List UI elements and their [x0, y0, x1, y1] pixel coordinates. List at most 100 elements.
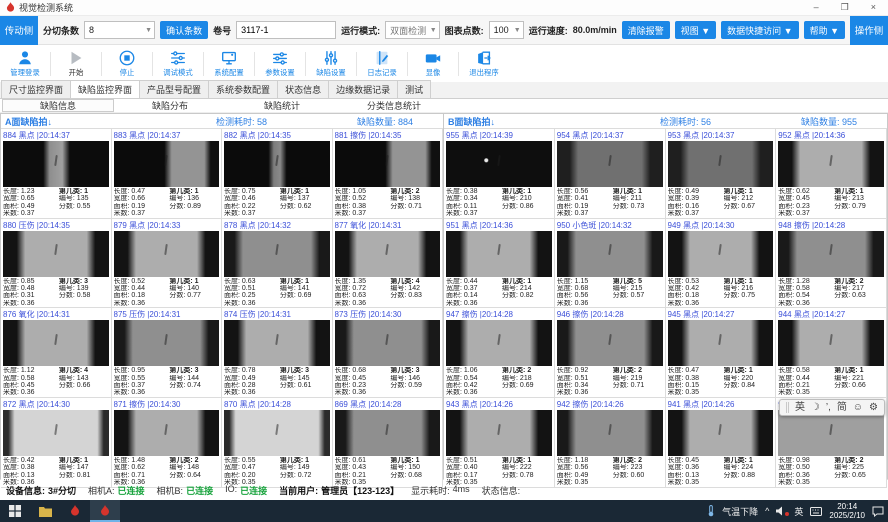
defect-cell-header: 873 压伤 |20:14:30	[335, 309, 441, 320]
main-tab-3[interactable]: 系统参数配置	[208, 80, 278, 98]
defect-field: 米数: 0.36	[335, 300, 391, 307]
defect-cell[interactable]: 878 黑点 |20:14:32长度: 0.63宽度: 0.51面积: 0.25…	[222, 219, 333, 309]
main-tab-1[interactable]: 缺陷监控界面	[70, 80, 140, 98]
defect-cell[interactable]: 951 黑点 |20:14:36长度: 0.44宽度: 0.37面积: 0.14…	[444, 219, 555, 309]
defect-cell[interactable]: 942 擦伤 |20:14:26长度: 1.18宽度: 0.56面积: 0.49…	[555, 398, 666, 488]
roll-number-input[interactable]	[236, 21, 336, 39]
main-tab-6[interactable]: 测试	[397, 80, 431, 98]
chart-points-select[interactable]: 100 ▼	[489, 21, 524, 39]
defect-field: 长度: 0.53	[668, 278, 724, 285]
defect-field: 分数: 0.64	[169, 472, 219, 479]
clear-alarm-button[interactable]: 清除报警	[622, 21, 670, 39]
defect-field: 面积: 0.22	[224, 203, 280, 210]
ime-settings-icon[interactable]: ⚙	[869, 403, 878, 413]
notification-center-icon[interactable]	[872, 506, 884, 517]
defect-cell[interactable]: 947 擦伤 |20:14:28长度: 1.06宽度: 0.54面积: 0.42…	[444, 308, 555, 398]
defect-cell[interactable]: 943 黑点 |20:14:26长度: 0.51宽度: 0.40面积: 0.17…	[444, 398, 555, 488]
defect-cell[interactable]: 954 黑点 |20:14:37长度: 0.56宽度: 0.41面积: 0.19…	[555, 129, 666, 219]
run-mode-select[interactable]: 双面检测 ▼	[385, 21, 440, 39]
defect-class-info: 第几类: 1编号: 135分数: 0.55	[59, 188, 109, 218]
ime-moon-icon[interactable]: ☽	[811, 403, 820, 413]
main-tab-5[interactable]: 边缘数据记录	[328, 80, 398, 98]
action-exit-button[interactable]: 退出程序	[461, 47, 507, 81]
defect-cell[interactable]: 872 黑点 |20:14:30长度: 0.42宽度: 0.38面积: 0.13…	[1, 398, 112, 488]
defect-cell[interactable]: 949 黑点 |20:14:30长度: 0.53宽度: 0.42面积: 0.18…	[666, 219, 777, 309]
sub-tab-0[interactable]: 缺陷信息	[2, 99, 114, 112]
action-log-button[interactable]: 日志记录	[359, 47, 405, 81]
running-app-icon[interactable]	[90, 500, 120, 522]
defect-cell[interactable]: 950 小色斑 |20:14:32长度: 1.15宽度: 0.68面积: 0.5…	[555, 219, 666, 309]
action-monitor-button[interactable]: 系统配置	[206, 47, 252, 81]
defect-class-info: 第几类: 1编号: 216分数: 0.75	[724, 278, 774, 308]
defect-cell[interactable]: 884 黑点 |20:14:37长度: 1.23宽度: 0.65面积: 0.49…	[1, 129, 112, 219]
sub-tab-3[interactable]: 分类信息统计	[338, 99, 450, 112]
pinned-app-icon[interactable]	[60, 500, 90, 522]
ime-simplified-chinese[interactable]: 简	[837, 403, 847, 413]
keyboard-icon[interactable]	[810, 507, 822, 516]
defect-field: 宽度: 0.56	[557, 464, 613, 471]
defect-cell[interactable]: 948 擦伤 |20:14:28长度: 1.28宽度: 0.58面积: 0.54…	[776, 219, 887, 309]
taskbar-clock[interactable]: 20:14 2025/2/10	[829, 502, 865, 520]
defect-cell[interactable]: 871 擦伤 |20:14:30长度: 1.48宽度: 0.62面积: 0.71…	[112, 398, 223, 488]
close-button[interactable]: ×	[871, 2, 876, 13]
defect-cell[interactable]: 870 黑点 |20:14:28长度: 0.55宽度: 0.47面积: 0.20…	[222, 398, 333, 488]
defect-cell[interactable]: 879 黑点 |20:14:33长度: 0.52宽度: 0.44面积: 0.18…	[112, 219, 223, 309]
main-tab-2[interactable]: 产品型号配置	[139, 80, 209, 98]
action-user-button[interactable]: 管理登录	[2, 47, 48, 81]
data-quick-access-button[interactable]: 数据快捷访问 ▼	[721, 21, 798, 39]
defect-cell[interactable]: 952 黑点 |20:14:36长度: 0.62宽度: 0.45面积: 0.23…	[776, 129, 887, 219]
maximize-button[interactable]: ❐	[841, 2, 849, 13]
action-stop-button[interactable]: 停止	[104, 47, 150, 81]
defect-mark	[829, 334, 833, 345]
defect-cell[interactable]: 881 擦伤 |20:14:35长度: 1.05宽度: 0.52面积: 0.38…	[333, 129, 444, 219]
view-menu-button[interactable]: 视图 ▼	[675, 21, 716, 39]
defect-cell[interactable]: 876 氧化 |20:14:31长度: 1.12宽度: 0.58面积: 0.45…	[1, 308, 112, 398]
sub-tab-2[interactable]: 缺陷统计	[226, 99, 338, 112]
action-play-button[interactable]: 开始	[53, 47, 99, 81]
volume-icon[interactable]	[776, 506, 787, 516]
ime-punctuation[interactable]: ’,	[826, 403, 831, 413]
confirm-count-button[interactable]: 确认条数	[160, 21, 208, 39]
main-tab-4[interactable]: 状态信息	[277, 80, 329, 98]
weather-status[interactable]: 气温下降	[722, 505, 758, 518]
defect-cell[interactable]: 955 黑点 |20:14:39长度: 0.38宽度: 0.34面积: 0.11…	[444, 129, 555, 219]
defect-cell[interactable]: 945 黑点 |20:14:27长度: 0.47宽度: 0.38面积: 0.15…	[666, 308, 777, 398]
defect-field: 分数: 0.69	[502, 382, 552, 389]
action-camera-button[interactable]: 显像	[410, 47, 456, 81]
defect-cell[interactable]: 944 黑点 |20:14:27长度: 0.58宽度: 0.44面积: 0.21…	[776, 308, 887, 398]
defect-cell[interactable]: 873 压伤 |20:14:30长度: 0.68宽度: 0.45面积: 0.23…	[333, 308, 444, 398]
drive-side-button[interactable]: 传动侧	[0, 16, 38, 45]
defect-field: 米数: 0.37	[114, 210, 170, 217]
action-defect-button[interactable]: 缺陷设置	[308, 47, 354, 81]
defect-cell[interactable]: 883 黑点 |20:14:37长度: 0.47宽度: 0.66面积: 0.19…	[112, 129, 223, 219]
split-count-select[interactable]: 8 ▼	[84, 21, 155, 39]
defect-measures: 长度: 1.23宽度: 0.65面积: 0.49米数: 0.37	[3, 188, 59, 218]
defect-class-info: 第几类: 2编号: 217分数: 0.63	[834, 278, 884, 308]
defect-cell[interactable]: 869 黑点 |20:14:28长度: 0.61宽度: 0.43面积: 0.21…	[333, 398, 444, 488]
ime-emoji-icon[interactable]: ☺	[853, 403, 863, 413]
action-debug-button[interactable]: 调试模式	[155, 47, 201, 81]
defect-cell[interactable]: 880 压伤 |20:14:35长度: 0.85宽度: 0.48面积: 0.31…	[1, 219, 112, 309]
ime-language-indicator[interactable]: 英	[794, 505, 803, 518]
defect-field: 分数: 0.65	[834, 472, 884, 479]
ime-lang-en[interactable]: 英	[795, 403, 805, 413]
operate-side-button[interactable]: 操作侧	[850, 16, 888, 45]
ime-toolbar[interactable]: 英 ☽ ’, 简 ☺ ⚙	[779, 399, 885, 416]
hidden-icons-chevron[interactable]: ^	[765, 506, 769, 516]
defect-cell[interactable]: 874 压伤 |20:14:31长度: 0.78宽度: 0.49面积: 0.28…	[222, 308, 333, 398]
defect-cell[interactable]: 946 擦伤 |20:14:28长度: 0.92宽度: 0.51面积: 0.34…	[555, 308, 666, 398]
main-tab-0[interactable]: 尺寸监控界面	[1, 80, 71, 98]
file-explorer-icon[interactable]	[30, 500, 60, 522]
defect-cell[interactable]: 877 氧化 |20:14:31长度: 1.35宽度: 0.72面积: 0.63…	[333, 219, 444, 309]
defect-cell[interactable]: 953 黑点 |20:14:37长度: 0.49宽度: 0.39面积: 0.16…	[666, 129, 777, 219]
start-button[interactable]	[0, 500, 30, 522]
defect-cell[interactable]: 941 黑点 |20:14:26长度: 0.45宽度: 0.36面积: 0.13…	[666, 398, 777, 488]
minimize-button[interactable]: –	[814, 2, 819, 13]
help-menu-button[interactable]: 帮助 ▼	[804, 21, 845, 39]
defect-measures: 长度: 0.42宽度: 0.38面积: 0.13米数: 0.36	[3, 457, 59, 487]
defect-cell[interactable]: 882 黑点 |20:14:35长度: 0.75宽度: 0.46面积: 0.22…	[222, 129, 333, 219]
action-params-button[interactable]: 参数设置	[257, 47, 303, 81]
ime-drag-handle[interactable]	[786, 402, 789, 413]
sub-tab-1[interactable]: 缺陷分布	[114, 99, 226, 112]
defect-cell[interactable]: 875 压伤 |20:14:31长度: 0.95宽度: 0.55面积: 0.37…	[112, 308, 223, 398]
